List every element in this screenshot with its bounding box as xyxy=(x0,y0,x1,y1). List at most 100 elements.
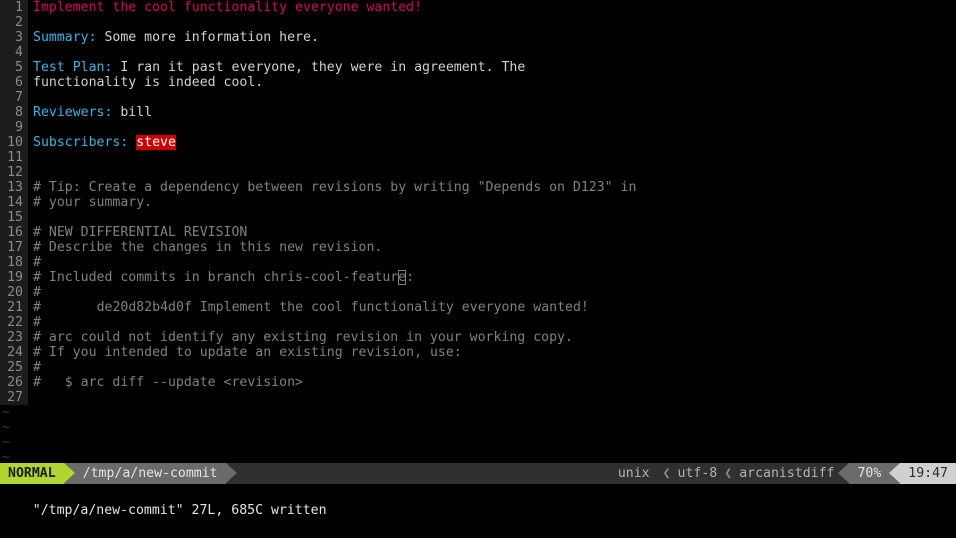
line-number: 7 xyxy=(0,90,28,105)
line-text: Test Plan: I ran it past everyone, they … xyxy=(28,60,956,75)
command-line[interactable]: "/tmp/a/new-commit" 27L, 685C written xyxy=(0,484,956,518)
status-mode-segment: NORMAL xyxy=(0,463,64,484)
empty-line-filler: ~ xyxy=(0,420,956,435)
editor-buffer[interactable]: 1 Implement the cool functionality everyo… xyxy=(0,0,956,465)
editor-line[interactable]: 3 Summary: Some more information here. xyxy=(0,30,956,45)
editor-line[interactable]: 22 # xyxy=(0,315,956,330)
line-text: # xyxy=(28,255,956,270)
line-text: Subscribers: steve xyxy=(28,135,956,150)
line-text: # NEW DIFFERENTIAL REVISION xyxy=(28,225,956,240)
powerline-arrow-mode xyxy=(63,463,75,484)
line-text: Summary: Some more information here. xyxy=(28,30,956,45)
line-text: functionality is indeed cool. xyxy=(28,75,956,90)
thin-separator-icon: ❮ xyxy=(662,466,671,481)
editor-line[interactable]: 19 # Included commits in branch chris-coo… xyxy=(0,270,956,285)
tilde-marker: ~ xyxy=(0,420,28,435)
line-number: 17 xyxy=(0,240,28,255)
text-span-comment: # xyxy=(33,360,41,375)
editor-line[interactable]: 9 xyxy=(0,120,956,135)
text-span-comment: # Describe the changes in this new revis… xyxy=(33,240,383,255)
text-span-highlight: steve xyxy=(136,135,176,150)
status-fileformat-label: unix xyxy=(617,466,650,481)
editor-line[interactable]: 2 xyxy=(0,15,956,30)
line-text: # xyxy=(28,360,956,375)
line-number: 14 xyxy=(0,195,28,210)
line-number: 13 xyxy=(0,180,28,195)
text-span-text: Some more information here. xyxy=(96,30,319,45)
line-text: # arc could not identify any existing re… xyxy=(28,330,956,345)
editor-line[interactable]: 15 xyxy=(0,210,956,225)
text-span-comment: de20d82b4d0f Implement the cool function… xyxy=(48,300,589,315)
text-span-text: bill xyxy=(112,105,153,120)
status-mode-label: NORMAL xyxy=(8,466,56,481)
line-number: 16 xyxy=(0,225,28,240)
status-filename-segment: /tmp/a/new-commit xyxy=(74,463,226,484)
line-number: 23 xyxy=(0,330,28,345)
line-number: 9 xyxy=(0,120,28,135)
tilde-marker: ~ xyxy=(0,435,28,450)
editor-line[interactable]: 6 functionality is indeed cool. xyxy=(0,75,956,90)
line-text: # Describe the changes in this new revis… xyxy=(28,240,956,255)
line-number: 20 xyxy=(0,285,28,300)
status-percent-segment: 70% xyxy=(849,463,890,484)
editor-line[interactable]: 4 xyxy=(0,45,956,60)
text-span-comment: # xyxy=(33,285,41,300)
line-number: 3 xyxy=(0,30,28,45)
status-spacer xyxy=(236,463,610,484)
text-span-title: Implement the cool functionality everyon… xyxy=(33,0,423,15)
status-encoding-label: utf-8 xyxy=(677,466,718,481)
line-text: # Included commits in branch chris-cool-… xyxy=(28,270,956,285)
line-number: 18 xyxy=(0,255,28,270)
line-text xyxy=(28,45,956,60)
text-span-comment: # $ arc diff --update <revision> xyxy=(33,375,303,390)
line-text xyxy=(28,210,956,225)
line-number: 11 xyxy=(0,150,28,165)
line-text xyxy=(28,120,956,135)
editor-line[interactable]: 14 # your summary. xyxy=(0,195,956,210)
editor-line[interactable]: 18 # xyxy=(0,255,956,270)
line-text: # If you intended to update an existing … xyxy=(28,345,956,360)
editor-line[interactable]: 25 # xyxy=(0,360,956,375)
line-text xyxy=(28,15,956,30)
thin-separator-icon-2: ❮ xyxy=(724,466,733,481)
line-number: 5 xyxy=(0,60,28,75)
line-text xyxy=(28,90,956,105)
text-span-comment: # If you intended to update an existing … xyxy=(33,345,462,360)
line-number: 6 xyxy=(0,75,28,90)
editor-line[interactable]: 26 # $ arc diff --update <revision> xyxy=(0,375,956,390)
editor-line[interactable]: 17 # Describe the changes in this new rev… xyxy=(0,240,956,255)
editor-line[interactable]: 5 Test Plan: I ran it past everyone, they… xyxy=(0,60,956,75)
line-number: 19 xyxy=(0,270,28,285)
editor-line[interactable]: 1 Implement the cool functionality everyo… xyxy=(0,0,956,15)
line-number: 2 xyxy=(0,15,28,30)
line-number: 12 xyxy=(0,165,28,180)
line-number: 1 xyxy=(0,0,28,15)
line-number: 15 xyxy=(0,210,28,225)
editor-line[interactable]: 13 # Tip: Create a dependency between rev… xyxy=(0,180,956,195)
editor-line[interactable]: 21 # de20d82b4d0f Implement the cool func… xyxy=(0,300,956,315)
line-text: # your summary. xyxy=(28,195,956,210)
text-span-comment: # your summary. xyxy=(33,195,153,210)
line-text: # xyxy=(28,285,956,300)
line-text: # de20d82b4d0f Implement the cool functi… xyxy=(28,300,956,315)
line-text: Implement the cool functionality everyon… xyxy=(28,0,956,15)
editor-line[interactable]: 10 Subscribers: steve xyxy=(0,135,956,150)
powerline-arrow-time xyxy=(889,463,901,484)
editor-line[interactable]: 27 xyxy=(0,390,956,405)
line-number: 22 xyxy=(0,315,28,330)
editor-line[interactable]: 20 # xyxy=(0,285,956,300)
editor-line[interactable]: 12 xyxy=(0,165,956,180)
editor-line[interactable]: 7 xyxy=(0,90,956,105)
powerline-arrow-percent xyxy=(838,463,850,484)
line-number: 25 xyxy=(0,360,28,375)
editor-line[interactable]: 8 Reviewers: bill xyxy=(0,105,956,120)
editor-line[interactable]: 11 xyxy=(0,150,956,165)
status-percent-label: 70% xyxy=(857,466,882,481)
line-number: 27 xyxy=(0,390,28,405)
text-span-text: functionality is indeed cool. xyxy=(33,75,264,90)
editor-line[interactable]: 16 # NEW DIFFERENTIAL REVISION xyxy=(0,225,956,240)
editor-line[interactable]: 23 # arc could not identify any existing … xyxy=(0,330,956,345)
powerline-arrow-file xyxy=(225,463,237,484)
editor-line[interactable]: 24 # If you intended to update an existin… xyxy=(0,345,956,360)
line-number: 24 xyxy=(0,345,28,360)
